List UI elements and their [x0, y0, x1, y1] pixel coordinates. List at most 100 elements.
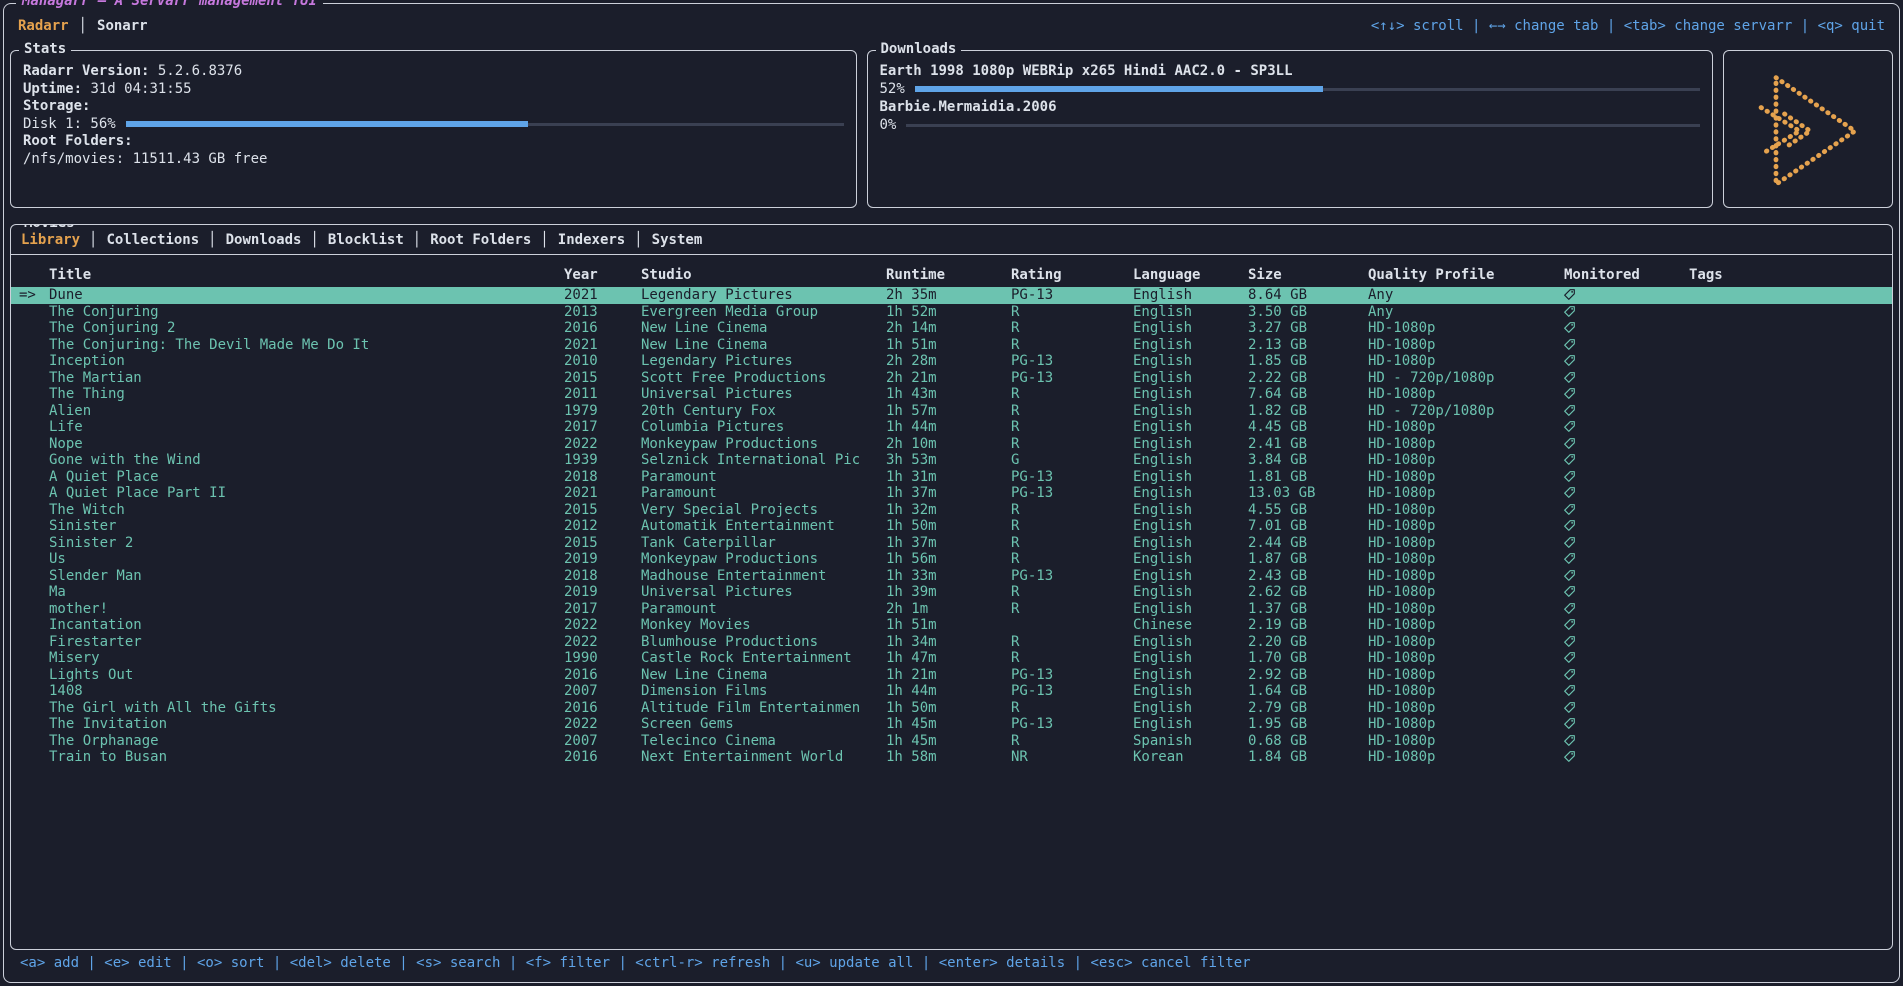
table-row[interactable]: Sinister 2 2015 Tank Caterpillar 1h 37m …: [11, 535, 1892, 552]
col-monitored[interactable]: Monitored: [1564, 267, 1689, 283]
col-title[interactable]: Title: [49, 267, 564, 283]
table-row[interactable]: mother! 2017 Paramount 2h 1m R English 1…: [11, 601, 1892, 618]
movie-size: 3.27 GB: [1248, 320, 1368, 337]
table-row[interactable]: Life 2017 Columbia Pictures 1h 44m R Eng…: [11, 419, 1892, 436]
table-row[interactable]: The Conjuring 2 2016 New Line Cinema 2h …: [11, 320, 1892, 337]
movie-studio: 20th Century Fox: [641, 403, 886, 420]
movie-size: 1.70 GB: [1248, 650, 1368, 667]
movie-quality-profile: HD-1080p: [1368, 419, 1564, 436]
servarr-tab-radarr[interactable]: Radarr: [18, 18, 69, 34]
movie-rating: PG-13: [1011, 683, 1133, 700]
table-row[interactable]: The Martian 2015 Scott Free Productions …: [11, 370, 1892, 387]
movie-quality-profile: HD-1080p: [1368, 749, 1564, 766]
movies-tab-collections[interactable]: Collections: [106, 232, 199, 248]
movie-studio: Madhouse Entertainment: [641, 568, 886, 585]
monitored-icon: [1564, 287, 1689, 304]
movie-studio: Castle Rock Entertainment: [641, 650, 886, 667]
movie-year: 2018: [564, 469, 641, 486]
movie-runtime: 1h 50m: [886, 700, 1011, 717]
movies-tab-downloads[interactable]: Downloads: [226, 232, 302, 248]
download-percent: 0%: [880, 117, 897, 135]
movie-rating: R: [1011, 386, 1133, 403]
movie-language: English: [1133, 535, 1248, 552]
table-row[interactable]: The Girl with All the Gifts 2016 Altitud…: [11, 700, 1892, 717]
table-row[interactable]: Inception 2010 Legendary Pictures 2h 28m…: [11, 353, 1892, 370]
movie-rating: PG-13: [1011, 370, 1133, 387]
table-row[interactable]: Gone with the Wind 1939 Selznick Interna…: [11, 452, 1892, 469]
movie-year: 2015: [564, 502, 641, 519]
col-rating[interactable]: Rating: [1011, 267, 1133, 283]
disk-progress-track: [528, 123, 844, 126]
table-row[interactable]: Firestarter 2022 Blumhouse Productions 1…: [11, 634, 1892, 651]
movie-title: A Quiet Place Part II: [49, 485, 564, 502]
table-row[interactable]: Incantation 2022 Monkey Movies 1h 51m Ch…: [11, 617, 1892, 634]
movie-year: 2016: [564, 320, 641, 337]
movie-quality-profile: HD - 720p/1080p: [1368, 370, 1564, 387]
monitored-icon: [1564, 436, 1689, 453]
servarr-tab-sonarr[interactable]: Sonarr: [97, 18, 148, 34]
col-tags[interactable]: Tags: [1689, 267, 1892, 283]
movie-quality-profile: HD-1080p: [1368, 601, 1564, 618]
monitored-icon: [1564, 568, 1689, 585]
movie-rating: R: [1011, 419, 1133, 436]
movie-title: Sinister 2: [49, 535, 564, 552]
movies-tab-root-folders[interactable]: Root Folders: [430, 232, 531, 248]
table-row[interactable]: Misery 1990 Castle Rock Entertainment 1h…: [11, 650, 1892, 667]
movie-rating: NR: [1011, 749, 1133, 766]
version-label: Radarr Version:: [23, 63, 149, 79]
movie-runtime: 2h 1m: [886, 601, 1011, 618]
table-row[interactable]: => Dune 2021 Legendary Pictures 2h 35m P…: [11, 287, 1892, 304]
movie-year: 2016: [564, 749, 641, 766]
storage-line: Storage:: [23, 98, 844, 116]
movie-size: 1.95 GB: [1248, 716, 1368, 733]
col-studio[interactable]: Studio: [641, 267, 886, 283]
movies-tab-indexers[interactable]: Indexers: [558, 232, 625, 248]
table-row[interactable]: The Witch 2015 Very Special Projects 1h …: [11, 502, 1892, 519]
col-language[interactable]: Language: [1133, 267, 1248, 283]
movie-rating: R: [1011, 337, 1133, 354]
col-quality-profile[interactable]: Quality Profile: [1368, 267, 1564, 283]
table-row[interactable]: The Invitation 2022 Screen Gems 1h 45m P…: [11, 716, 1892, 733]
table-row[interactable]: Ma 2019 Universal Pictures 1h 39m R Engl…: [11, 584, 1892, 601]
col-size[interactable]: Size: [1248, 267, 1368, 283]
monitored-icon: [1564, 535, 1689, 552]
table-row[interactable]: Slender Man 2018 Madhouse Entertainment …: [11, 568, 1892, 585]
movie-language: English: [1133, 403, 1248, 420]
table-row[interactable]: The Orphanage 2007 Telecinco Cinema 1h 4…: [11, 733, 1892, 750]
movies-tab-library[interactable]: Library: [21, 232, 80, 248]
table-row[interactable]: Alien 1979 20th Century Fox 1h 57m R Eng…: [11, 403, 1892, 420]
movie-rating: R: [1011, 502, 1133, 519]
movie-size: 0.68 GB: [1248, 733, 1368, 750]
table-row[interactable]: A Quiet Place 2018 Paramount 1h 31m PG-1…: [11, 469, 1892, 486]
table-row[interactable]: Us 2019 Monkeypaw Productions 1h 56m R E…: [11, 551, 1892, 568]
table-row[interactable]: Lights Out 2016 New Line Cinema 1h 21m P…: [11, 667, 1892, 684]
monitored-icon: [1564, 370, 1689, 387]
movies-tab-separator: │: [89, 232, 97, 248]
movie-size: 2.92 GB: [1248, 667, 1368, 684]
table-row[interactable]: 1408 2007 Dimension Films 1h 44m PG-13 E…: [11, 683, 1892, 700]
movies-tab-separator: │: [540, 232, 548, 248]
servarr-tab-row: Radarr │ Sonarr <↑↓> scroll | ←→ change …: [10, 14, 1893, 38]
table-row[interactable]: A Quiet Place Part II 2021 Paramount 1h …: [11, 485, 1892, 502]
movies-tab-system[interactable]: System: [652, 232, 703, 248]
table-row[interactable]: Sinister 2012 Automatik Entertainment 1h…: [11, 518, 1892, 535]
movie-size: 2.43 GB: [1248, 568, 1368, 585]
table-row[interactable]: The Thing 2011 Universal Pictures 1h 43m…: [11, 386, 1892, 403]
movie-title: Life: [49, 419, 564, 436]
table-row[interactable]: The Conjuring: The Devil Made Me Do It 2…: [11, 337, 1892, 354]
movie-language: English: [1133, 353, 1248, 370]
table-row[interactable]: Nope 2022 Monkeypaw Productions 2h 10m R…: [11, 436, 1892, 453]
col-runtime[interactable]: Runtime: [886, 267, 1011, 283]
movie-size: 2.41 GB: [1248, 436, 1368, 453]
movie-studio: Automatik Entertainment: [641, 518, 886, 535]
movies-tab-blocklist[interactable]: Blocklist: [328, 232, 404, 248]
movie-title: Us: [49, 551, 564, 568]
movie-rating: R: [1011, 518, 1133, 535]
table-row[interactable]: The Conjuring 2013 Evergreen Media Group…: [11, 304, 1892, 321]
movie-studio: Very Special Projects: [641, 502, 886, 519]
movie-language: English: [1133, 370, 1248, 387]
disk-usage-label: Disk 1: 56%: [23, 116, 116, 134]
table-row[interactable]: Train to Busan 2016 Next Entertainment W…: [11, 749, 1892, 766]
col-year[interactable]: Year: [564, 267, 641, 283]
movie-size: 8.64 GB: [1248, 287, 1368, 304]
